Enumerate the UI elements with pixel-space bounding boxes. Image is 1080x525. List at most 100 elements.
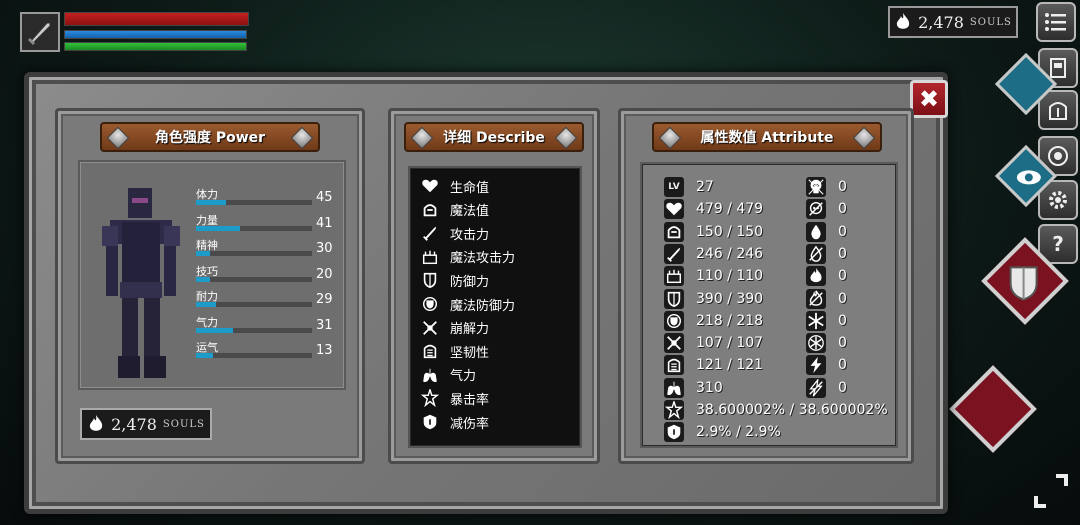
- heart-icon: [420, 176, 440, 196]
- power-stat-row: 技巧 20: [196, 263, 336, 287]
- resistance-value-row: 0: [806, 221, 847, 243]
- sword-icon: [420, 223, 440, 243]
- attribute-value-row: 218 / 218: [664, 310, 763, 332]
- power-stat-track: [196, 353, 312, 358]
- expand-icon[interactable]: [1030, 470, 1072, 512]
- power-souls-count: 2,478: [111, 414, 157, 434]
- damage-reduction-icon: [420, 412, 440, 432]
- drop-icon: [806, 221, 826, 242]
- ring-icon: [1048, 146, 1068, 166]
- resistance-value-row: 0: [806, 176, 847, 198]
- power-stat-fill: [196, 225, 241, 231]
- describe-item-label: 生命值: [450, 180, 490, 196]
- describe-item-label: 崩解力: [450, 322, 490, 338]
- damage-reduction-icon: [664, 422, 684, 443]
- flame-icon: [896, 13, 910, 29]
- describe-item-label: 防御力: [450, 274, 490, 290]
- describe-title: 详细 Describe: [443, 130, 545, 146]
- break-icon: [420, 318, 440, 338]
- flame-icon: [89, 415, 103, 431]
- resistance-value: 0: [838, 379, 847, 396]
- bolt-icon: [106, 126, 130, 150]
- magic-shield-icon: [664, 310, 684, 331]
- power-title: 角色强度 Power: [154, 130, 266, 146]
- lungs-icon: [420, 365, 440, 385]
- power-souls-unit: SOULS: [162, 418, 205, 430]
- shield-icon: [664, 288, 684, 309]
- magic-attack-icon: [420, 247, 440, 267]
- attribute-value: 2.9% / 2.9%: [696, 424, 781, 441]
- attribute-value-row: 38.600002% / 38.600002%: [664, 399, 888, 421]
- attribute-value: 310: [696, 379, 723, 396]
- describe-item-label: 坚韧性: [450, 345, 490, 361]
- attribute-value: 38.600002% / 38.600002%: [696, 402, 888, 418]
- attribute-value-row: 479 / 479: [664, 198, 763, 220]
- toughness-icon: [420, 341, 440, 361]
- close-button[interactable]: ✖: [910, 80, 948, 118]
- describe-item: 魔法攻击力: [420, 246, 515, 268]
- fire-icon: [806, 266, 826, 287]
- power-souls-counter: 2,478 SOULS: [80, 408, 212, 440]
- fire-resist-icon: [806, 288, 826, 309]
- power-stat-track: [196, 302, 312, 307]
- poison-skull-icon: [806, 199, 826, 220]
- attribute-value: 479 / 479: [696, 201, 764, 218]
- power-stat-track: [196, 276, 312, 282]
- resistance-value: 0: [838, 245, 847, 262]
- attribute-value-row: 107 / 107: [664, 332, 763, 354]
- power-stat-track: [196, 251, 312, 256]
- resistance-value: 0: [838, 335, 847, 352]
- power-banner: 角色强度 Power: [100, 122, 320, 152]
- resistance-value: 0: [838, 268, 847, 285]
- resistance-value-row: 0: [806, 265, 847, 287]
- souls-counter: 2,478 SOULS: [888, 6, 1018, 38]
- level-icon: LV: [664, 177, 684, 197]
- describe-item: 暴击率: [420, 387, 489, 409]
- stamina-bar: [64, 42, 247, 51]
- attack-skill-button[interactable]: [949, 365, 1037, 453]
- power-stat-value: 20: [316, 266, 333, 282]
- resistance-value-row: 0: [806, 288, 847, 310]
- attribute-title: 属性数值 Attribute: [700, 130, 834, 146]
- resistance-value: 0: [838, 223, 847, 240]
- power-stat-fill: [196, 353, 214, 358]
- power-stat-track: [196, 327, 312, 333]
- bolt-icon: [852, 126, 876, 150]
- describe-banner: 详细 Describe: [404, 122, 584, 152]
- frost-resist-icon: [806, 333, 826, 354]
- describe-item: 防御力: [420, 269, 489, 291]
- attribute-value: 246 / 246: [696, 245, 764, 262]
- mana-bar: [64, 30, 247, 39]
- describe-item: 生命值: [420, 175, 489, 197]
- power-stat-fill: [196, 276, 210, 282]
- level-badge: LV: [668, 182, 680, 192]
- attribute-value: 390 / 390: [696, 290, 764, 307]
- eye-icon: [1016, 170, 1041, 185]
- describe-item-label: 魔法攻击力: [450, 251, 516, 267]
- bolt-icon: [410, 126, 434, 150]
- describe-item: 气力: [420, 364, 476, 386]
- attribute-banner: 属性数值 Attribute: [652, 122, 882, 152]
- power-stat-value: 41: [316, 215, 333, 231]
- power-stat-value: 31: [316, 317, 333, 333]
- helmet-icon: [1049, 102, 1067, 120]
- resistance-value-row: 0: [806, 354, 847, 376]
- resistance-value-row: 0: [806, 332, 847, 354]
- attribute-value: 218 / 218: [696, 312, 764, 329]
- equipped-weapon-slot[interactable]: [20, 12, 60, 52]
- power-stat-row: 耐力 29: [196, 288, 336, 312]
- sword-icon: [664, 243, 684, 264]
- resistance-value-row: 0: [806, 310, 847, 332]
- menu-button[interactable]: [1036, 2, 1076, 42]
- power-stat-row: 运气 13: [196, 339, 336, 363]
- bolt-icon: [290, 126, 314, 150]
- power-stat-fill: [196, 251, 210, 256]
- describe-item-label: 减伤率: [450, 416, 490, 432]
- resistance-value: 0: [838, 357, 847, 374]
- souls-count: 2,478: [918, 12, 964, 32]
- resistance-value: 0: [838, 201, 847, 218]
- attribute-value: 110 / 110: [696, 268, 764, 285]
- attribute-value-row: 121 / 121: [664, 354, 763, 376]
- attribute-value-row: 390 / 390: [664, 288, 763, 310]
- mana-icon: [664, 221, 684, 242]
